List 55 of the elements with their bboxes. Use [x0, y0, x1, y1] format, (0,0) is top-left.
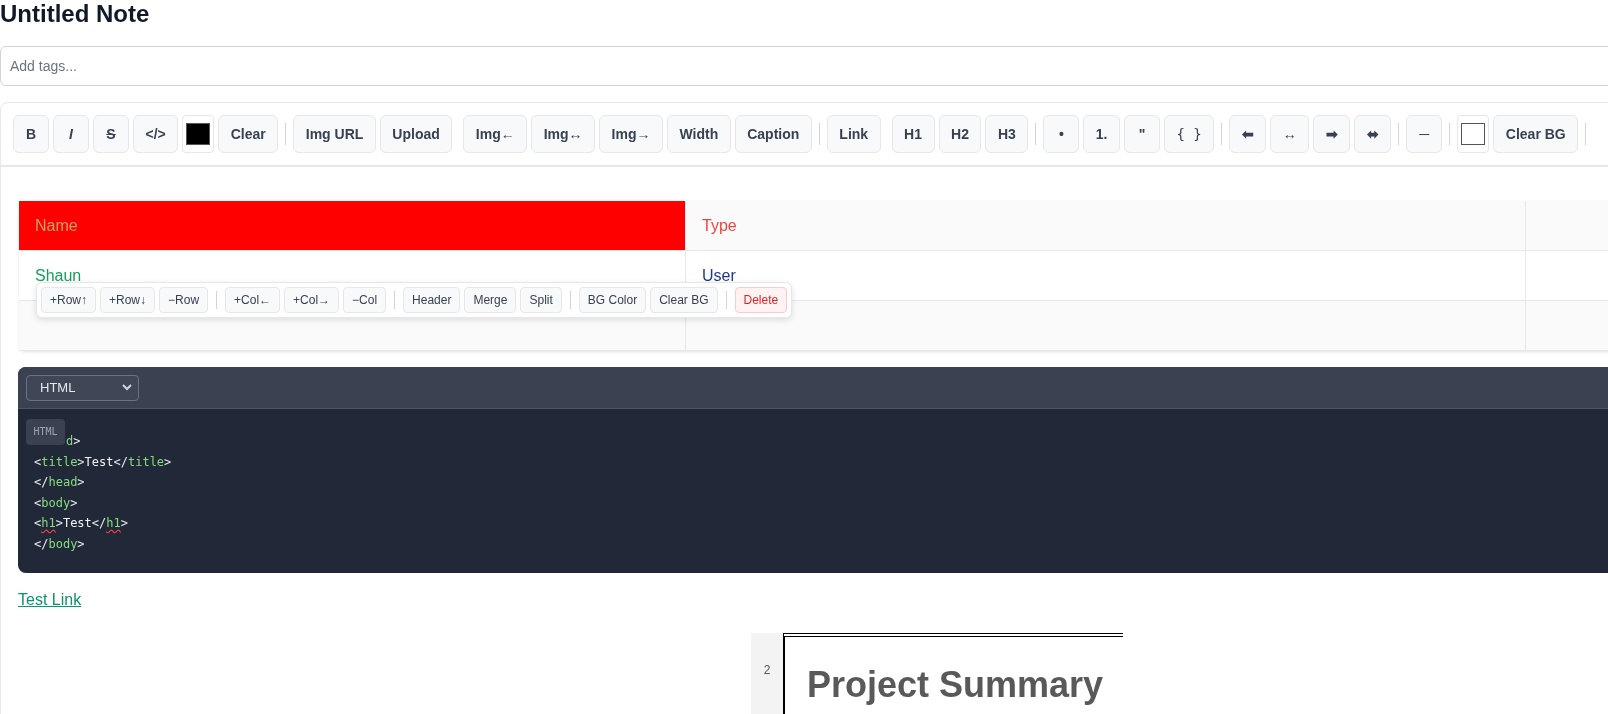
toolbar-button[interactable]: Img← — [463, 115, 528, 153]
table-cell: Name — [19, 201, 686, 251]
table-tool-button[interactable]: +Row↑ — [41, 287, 96, 313]
toolbar-button[interactable]: Upload — [379, 115, 453, 153]
toolbar-button[interactable]: H1 — [891, 115, 935, 153]
table-tool-button[interactable]: BG Color — [578, 287, 647, 313]
table-tool-button[interactable]: +Col← — [225, 287, 281, 313]
code-line: <h1>Test</h1> — [34, 515, 128, 533]
toolbar-button[interactable]: Img→ — [599, 115, 663, 153]
toolbar-button[interactable]: ─ — [1406, 115, 1443, 153]
table-tool-button[interactable]: Clear BG — [650, 287, 718, 313]
toolbar-button[interactable]: Width — [666, 115, 731, 153]
toolbar-button[interactable]: Link — [826, 115, 881, 153]
table-tool-button[interactable]: +Col→ — [284, 287, 340, 313]
link[interactable]: Test Link — [18, 590, 82, 609]
toolbar-button[interactable]: Clear — [218, 115, 279, 153]
chevron-icon — [122, 384, 132, 391]
table-tool-button[interactable]: Split — [520, 287, 562, 313]
toolbar-button[interactable]: 1. — [1083, 115, 1120, 153]
toolbar-button[interactable]: " — [1124, 115, 1160, 153]
table-cell: Type — [686, 201, 1526, 251]
toolbar-button[interactable]: { } — [1164, 115, 1215, 153]
color-swatch[interactable] — [182, 115, 215, 153]
toolbar-button[interactable]: H3 — [985, 115, 1029, 153]
toolbar-button[interactable]: H2 — [938, 115, 982, 153]
toolbar-button[interactable]: Img URL — [293, 115, 376, 153]
toolbar-button[interactable]: ➡ — [1313, 115, 1351, 153]
table-tool-button[interactable]: Header — [403, 287, 461, 313]
toolbar-button[interactable]: Img↔ — [531, 115, 596, 153]
code-line: <body> — [34, 494, 78, 512]
toolbar-button[interactable]: I — [53, 115, 89, 153]
table-tool-button[interactable]: Delete — [734, 287, 788, 313]
toolbar-button[interactable]: Clear BG — [1493, 115, 1579, 153]
language-select[interactable]: HTML — [26, 374, 139, 401]
toolbar-button[interactable]: B — [13, 115, 49, 153]
table-tool-button[interactable]: Merge — [464, 287, 517, 313]
table-tool-button[interactable]: −Row — [159, 287, 209, 313]
document-heading: Project Summary — [807, 662, 1104, 706]
line-number: 2 — [763, 662, 771, 677]
toolbar-button[interactable]: ⬅ — [1229, 115, 1267, 153]
tags-field[interactable]: Add tags... — [0, 46, 1608, 86]
color-swatch[interactable] — [1457, 115, 1490, 153]
language-badge: HTML — [26, 419, 65, 445]
toolbar-button[interactable]: Caption — [734, 115, 812, 153]
code-line: <title>Test</title> — [34, 453, 172, 471]
code-line: </head> — [34, 474, 85, 492]
code-line: </body> — [34, 535, 85, 553]
toolbar-button[interactable]: ↔ — [1270, 115, 1310, 153]
toolbar-button[interactable]: ⬌ — [1354, 115, 1392, 153]
toolbar-button[interactable]: • — [1043, 115, 1080, 153]
toolbar-button[interactable]: S — [93, 115, 129, 153]
table-tool-button[interactable]: −Col — [343, 287, 387, 313]
note-title: Untitled Note — [0, 0, 151, 29]
toolbar-button[interactable]: </> — [133, 115, 179, 153]
table-tool-button[interactable]: +Row↓ — [100, 287, 156, 313]
